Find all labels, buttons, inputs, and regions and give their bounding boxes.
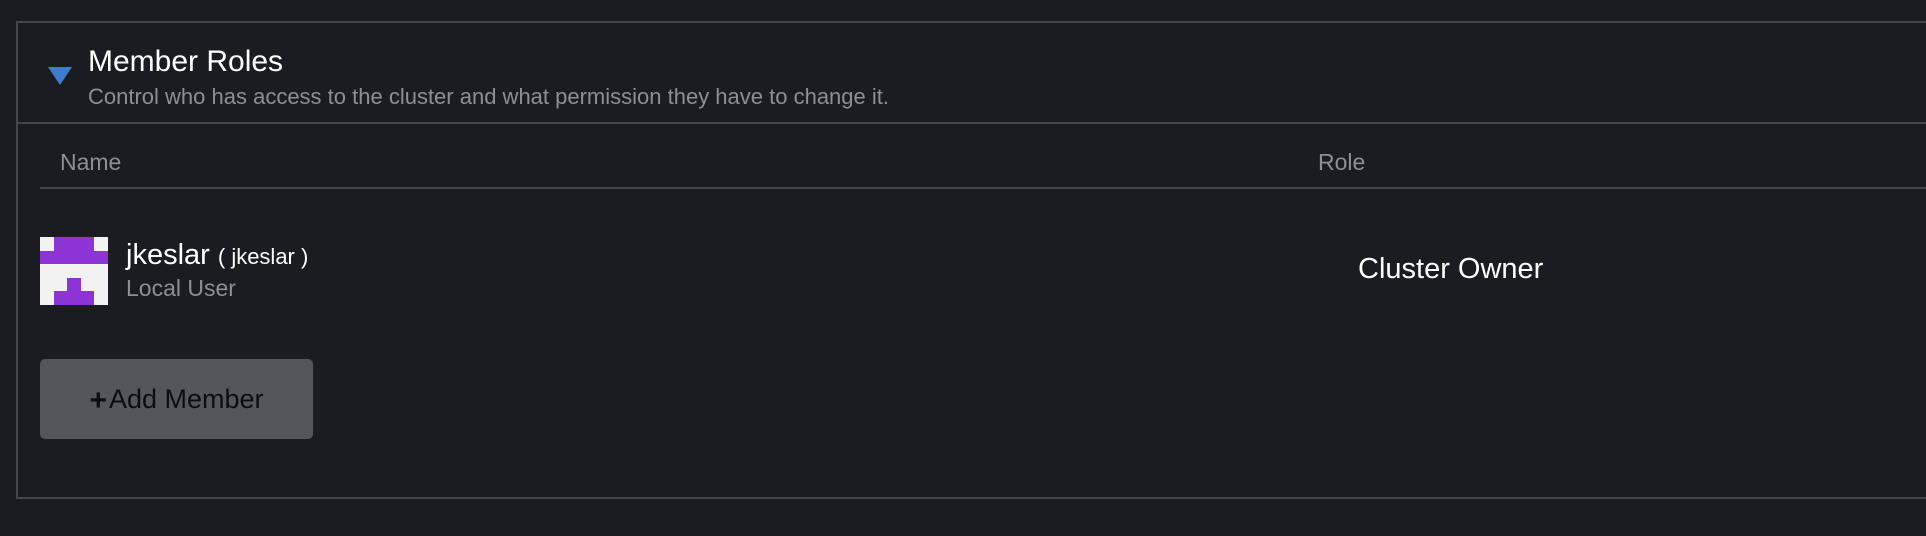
member-type: Local User: [126, 275, 236, 301]
column-header-role[interactable]: Role: [1318, 149, 1365, 176]
member-display-name: jkeslar: [126, 239, 210, 271]
column-header-name[interactable]: Name: [60, 149, 121, 176]
table-header: Name Role: [40, 143, 1926, 189]
panel-header[interactable]: Member Roles Control who has access to t…: [18, 23, 1926, 124]
plus-icon: +: [89, 384, 107, 417]
collapse-triangle-icon[interactable]: [48, 67, 72, 85]
member-role: Cluster Owner: [1358, 253, 1544, 285]
identicon-avatar-icon: [40, 237, 108, 305]
table-row: jkeslar ( jkeslar ) Local User Cluster O…: [40, 237, 1926, 309]
add-member-button[interactable]: + Add Member: [40, 359, 313, 439]
section-subtitle: Control who has access to the cluster an…: [88, 84, 889, 109]
member-username: ( jkeslar ): [217, 244, 309, 269]
member-name[interactable]: jkeslar ( jkeslar ): [126, 239, 308, 272]
add-member-label: Add Member: [108, 383, 264, 414]
section-title: Member Roles: [88, 45, 284, 78]
